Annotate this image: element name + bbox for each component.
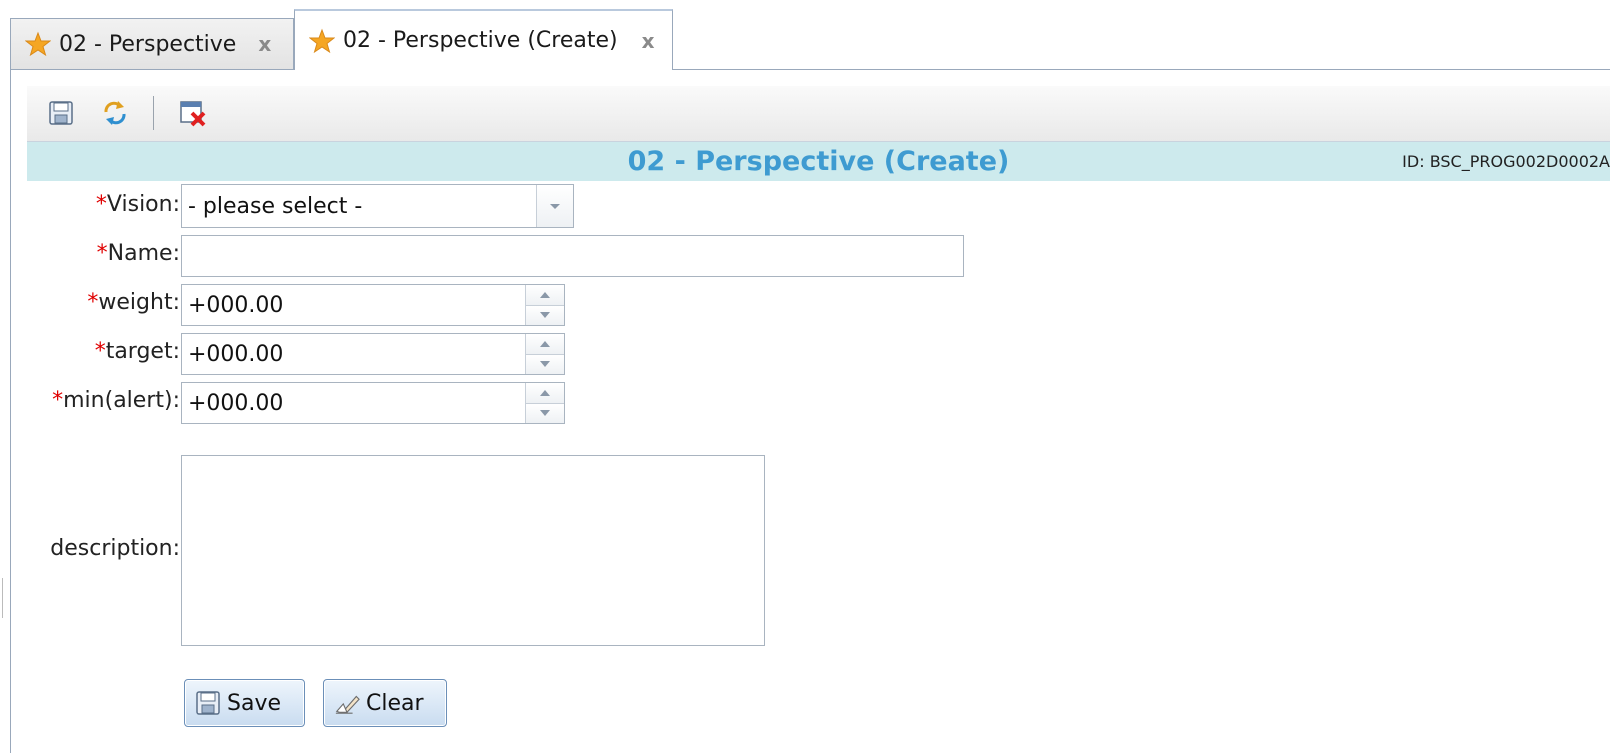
toolbar [27, 86, 1610, 142]
star-icon [25, 31, 51, 57]
save-disk-icon [49, 101, 73, 125]
program-id: ID: BSC_PROG002D0002A [1402, 152, 1610, 171]
spin-up-icon[interactable] [526, 285, 564, 305]
tab-perspective[interactable]: 02 - Perspective x [10, 18, 294, 69]
save-disk-icon [195, 690, 221, 716]
spinner-buttons[interactable] [525, 334, 564, 374]
refresh-toolbar-button[interactable] [99, 97, 131, 129]
spin-down-icon[interactable] [526, 304, 564, 325]
target-label: *target: [94, 339, 180, 364]
refresh-icon [104, 101, 126, 125]
description-label: description: [50, 536, 180, 561]
tab-close-icon[interactable]: x [258, 32, 271, 56]
tab-close-icon[interactable]: x [642, 29, 655, 53]
description-textarea[interactable] [181, 455, 765, 646]
save-button-label: Save [227, 690, 282, 716]
spinner-buttons[interactable] [525, 383, 564, 423]
splitter-handle[interactable] [2, 578, 3, 618]
clear-button[interactable]: Clear [323, 679, 447, 727]
spin-down-icon[interactable] [526, 353, 564, 374]
tab-label: 02 - Perspective (Create) [343, 28, 618, 53]
weight-label: *weight: [87, 290, 180, 315]
tab-divider [10, 69, 1610, 70]
page-title: 02 - Perspective (Create) [627, 146, 1010, 177]
name-label: *Name: [96, 241, 180, 266]
vision-label: *Vision: [95, 192, 180, 217]
close-window-icon [180, 101, 206, 127]
spinner-buttons[interactable] [525, 285, 564, 325]
clear-button-label: Clear [366, 690, 424, 716]
toolbar-separator [153, 96, 154, 130]
target-spinner[interactable]: +000.00 [181, 333, 565, 375]
save-button[interactable]: Save [184, 679, 305, 727]
spin-up-icon[interactable] [526, 334, 564, 354]
save-toolbar-button[interactable] [45, 97, 77, 129]
chevron-down-icon[interactable] [536, 185, 573, 227]
min-alert-spinner[interactable]: +000.00 [181, 382, 565, 424]
content-border [10, 69, 11, 753]
weight-spinner[interactable]: +000.00 [181, 284, 565, 326]
form-title-bar: 02 - Perspective (Create) ID: BSC_PROG00… [27, 142, 1610, 181]
vision-select[interactable]: - please select - [181, 184, 574, 228]
close-toolbar-button[interactable] [177, 97, 209, 129]
spin-up-icon[interactable] [526, 383, 564, 403]
tab-bar: 02 - Perspective x 02 - Perspective (Cre… [0, 0, 1610, 70]
min-alert-label: *min(alert): [52, 388, 180, 413]
star-icon [309, 28, 335, 54]
tab-perspective-create[interactable]: 02 - Perspective (Create) x [294, 9, 673, 70]
tab-label: 02 - Perspective [59, 31, 237, 57]
eraser-icon [334, 690, 360, 716]
spin-down-icon[interactable] [526, 402, 564, 423]
name-input[interactable] [181, 235, 964, 277]
